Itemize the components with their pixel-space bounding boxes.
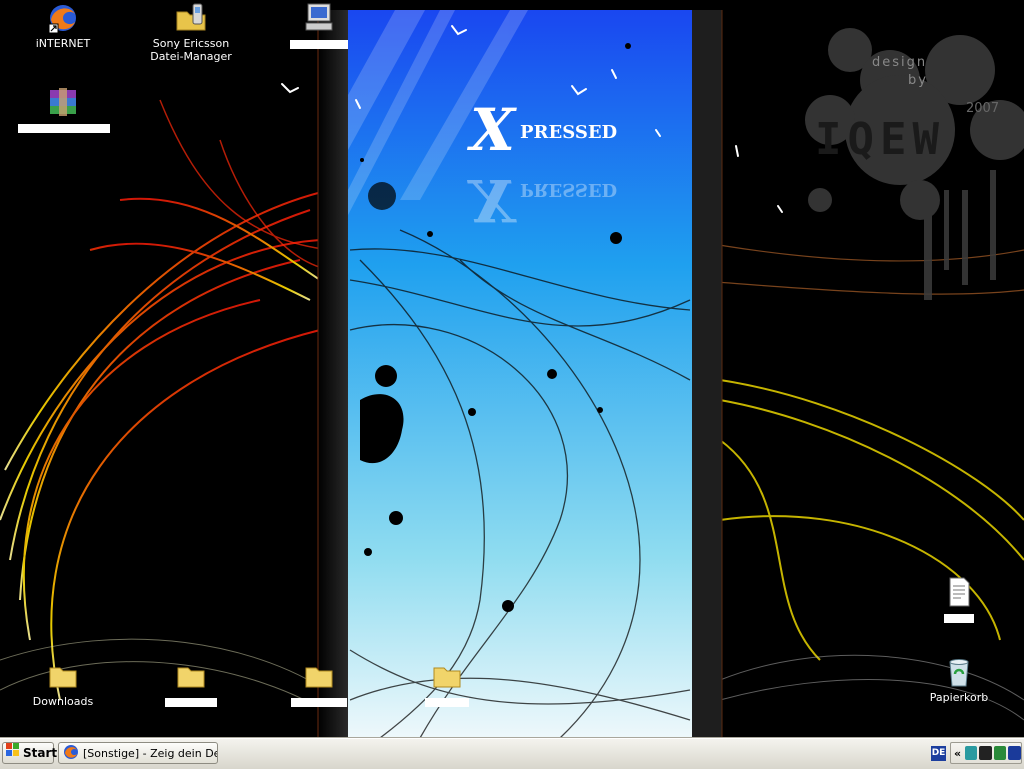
start-label: Start: [23, 746, 58, 760]
desktop-icon-downloads[interactable]: Downloads: [18, 660, 108, 708]
desktop-wallpaper: X PRESSED X PRESSED design by 2007 IQEW: [0, 0, 1024, 738]
svg-text:X: X: [466, 166, 517, 234]
desktop-icon-folder-3[interactable]: [274, 660, 364, 708]
desktop-icon-sony-ericsson[interactable]: Sony Ericsson Datei-Manager: [146, 2, 236, 63]
start-button[interactable]: Start: [2, 742, 58, 764]
desktop-icon-label: Papierkorb: [929, 691, 989, 704]
taskbar-item-browser[interactable]: [Sonstige] - Zeig dein De...: [58, 742, 218, 764]
desktop-icon-folder-4[interactable]: [402, 660, 492, 708]
windows-logo-icon: [6, 742, 20, 764]
desktop-icon-computer[interactable]: [274, 2, 364, 50]
folder-icon: [47, 660, 79, 692]
credit-name: IQEW: [815, 114, 945, 165]
desktop-icon-label: iNTERNET: [35, 37, 91, 50]
folder-icon: [431, 660, 463, 692]
firefox-icon: [47, 2, 79, 34]
tray-expand-chevron[interactable]: «: [954, 747, 963, 760]
credit-by: by: [908, 73, 928, 88]
steam-icon[interactable]: [979, 746, 992, 760]
desktop-icon-document[interactable]: [914, 576, 1004, 624]
folder-icon: [175, 660, 207, 692]
credit-design: design: [872, 55, 927, 70]
desktop-icon-folder-2[interactable]: [146, 660, 236, 708]
desktop-icon-label: Downloads: [32, 695, 94, 708]
redacted-label: [425, 697, 469, 707]
taskbar-item-label: [Sonstige] - Zeig dein De...: [83, 746, 218, 760]
desktop-icon-recycle-bin[interactable]: Papierkorb: [914, 656, 1004, 704]
desktop-icon-label: Sony Ericsson Datei-Manager: [150, 37, 232, 63]
taskbar: Start [Sonstige] - Zeig dein De... DE «: [0, 738, 1024, 769]
document-icon: [943, 576, 975, 608]
xpressed-title-x: X: [466, 96, 517, 164]
system-tray: «: [950, 742, 1022, 764]
firefox-icon: [63, 744, 79, 763]
credit-year: 2007: [966, 101, 999, 116]
xpressed-title-rest: PRESSED: [520, 122, 617, 143]
winrar-icon: [47, 86, 79, 118]
redacted-label: [290, 39, 348, 49]
language-indicator[interactable]: DE: [931, 746, 946, 761]
desktop-icon-winrar[interactable]: [18, 86, 110, 134]
security-icon[interactable]: [993, 746, 1007, 760]
folder-phone-icon: [175, 2, 207, 34]
network-icon[interactable]: [964, 746, 978, 760]
redacted-label: [18, 123, 110, 133]
svg-text:PRESSED: PRESSED: [520, 179, 617, 200]
desktop-icon-internet[interactable]: iNTERNET: [18, 2, 108, 50]
redacted-label: [944, 613, 974, 623]
redacted-label: [291, 697, 347, 707]
folder-icon: [303, 660, 335, 692]
volume-icon[interactable]: [1008, 746, 1021, 760]
recycle-bin-icon: [943, 656, 975, 688]
computer-icon: [303, 2, 335, 34]
redacted-label: [165, 697, 217, 707]
